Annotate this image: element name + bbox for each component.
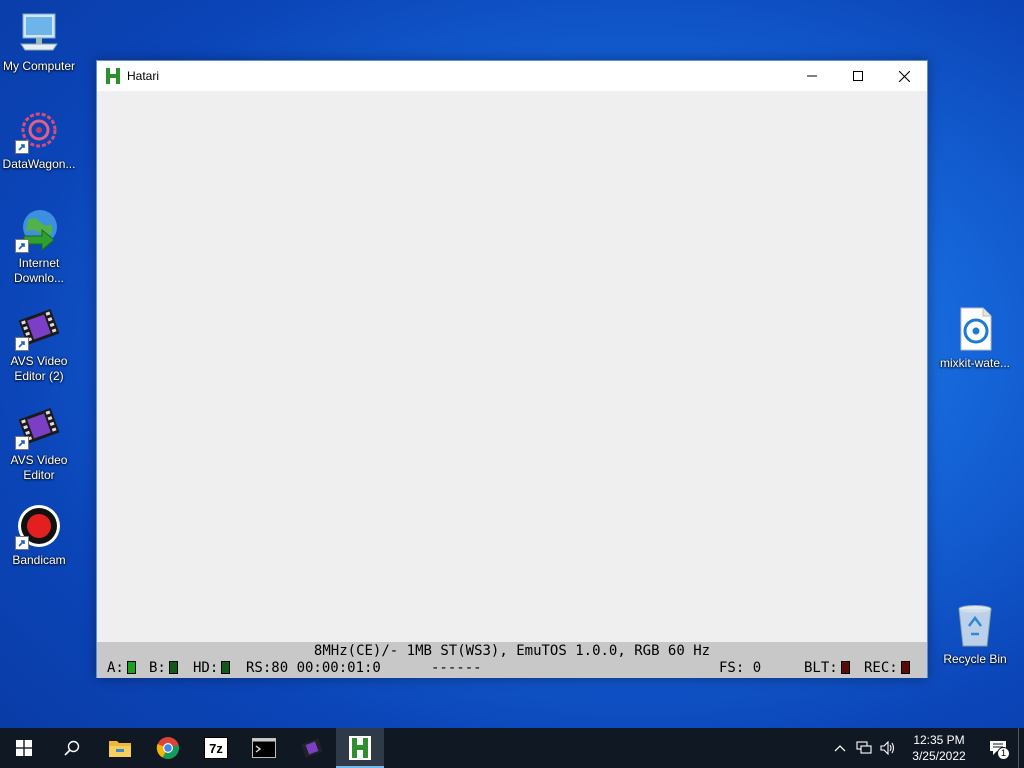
clock-time: 12:35 PM [913,733,965,747]
desktop-icon-avs-video-editor[interactable]: AVS Video Editor [0,402,78,483]
desktop-icon-mixkit-file[interactable]: mixkit-wate... [936,305,1014,371]
machine-info: 8MHz(CE)/- 1MB ST(WS3), EmuTOS 1.0.0, RG… [313,643,711,659]
shortcut-arrow-icon [15,140,29,154]
search-icon [64,740,80,756]
hd-indicator: HD: [193,660,231,677]
hatari-icon [349,736,371,760]
avs-video-icon [301,738,323,758]
drive-a-led [126,661,136,674]
hatari-app-icon [106,68,120,84]
terminal-icon [252,738,276,758]
rs-timer: RS:80 00:00:01:0 [246,660,381,676]
minimize-button[interactable] [789,61,835,91]
drive-a-indicator: A: [107,660,136,677]
desktop-icon-label: Internet Downlo... [13,256,65,285]
search-button[interactable] [48,728,96,768]
datawagon-icon [15,106,63,154]
globe-download-icon [15,205,63,253]
drive-b-indicator: B: [149,660,178,677]
desktop-icon-internet-download-manager[interactable]: Internet Downlo... [0,205,78,286]
desktop: My Computer DataWagon... Internet Downlo… [0,0,1024,728]
desktop-icon-label: Recycle Bin [943,652,1007,666]
desktop-icon-recycle-bin[interactable]: Recycle Bin [936,601,1014,667]
desktop-icon-bandicam[interactable]: Bandicam [0,502,78,568]
recycle-bin-icon [951,601,999,649]
folder-icon [109,741,131,757]
taskbar-clock[interactable]: 12:35 PM 3/25/2022 [900,732,978,764]
desktop-icon-label: AVS Video Editor (2) [10,354,68,383]
system-tray: 12:35 PM 3/25/2022 1 [828,728,1024,768]
chrome-icon [156,737,179,759]
audio-file-icon [951,305,999,353]
desktop-icon-datawagon[interactable]: DataWagon... [0,106,78,172]
window-title: Hatari [127,69,160,83]
shortcut-arrow-icon [15,536,29,550]
emulator-statusbar: 8MHz(CE)/- 1MB ST(WS3), EmuTOS 1.0.0, RG… [97,642,927,678]
maximize-icon [853,71,863,81]
network-button[interactable] [852,728,876,768]
taskbar-hatari[interactable] [336,728,384,768]
hd-led [221,661,231,674]
desktop-icon-label: DataWagon... [2,157,76,171]
status-dashes: ------ [431,660,482,676]
hatari-window: Hatari 8MHz(CE)/- 1MB ST(WS3), EmuTOS 1.… [96,60,928,678]
desktop-icon-label: Bandicam [12,553,66,567]
desktop-icon-label: My Computer [2,59,76,73]
film-icon [15,402,63,450]
close-icon [898,70,910,82]
speaker-icon [880,741,895,755]
close-button[interactable] [881,61,927,91]
shortcut-arrow-icon [15,436,29,450]
show-hidden-icons-button[interactable] [828,728,852,768]
emulator-screen[interactable] [97,91,927,642]
rec-indicator: REC: [864,660,910,677]
chevron-up-icon [834,745,846,752]
minimize-icon [807,75,817,77]
blt-indicator: BLT: [804,660,850,677]
shortcut-arrow-icon [15,239,29,253]
clock-date: 3/25/2022 [912,749,966,763]
blt-led [840,661,850,674]
taskbar: 7z 12:35 PM 3/25/2022 1 [0,728,1024,768]
window-titlebar[interactable]: Hatari [97,61,927,91]
action-center-button[interactable]: 1 [978,728,1018,768]
desktop-icon-label: AVS Video Editor [10,453,68,482]
film-icon [15,303,63,351]
fs-indicator: FS: 0 [719,660,762,676]
taskbar-chrome[interactable] [144,728,192,768]
rec-led [900,661,910,674]
taskbar-file-explorer[interactable] [96,728,144,768]
taskbar-7zip[interactable]: 7z [192,728,240,768]
maximize-button[interactable] [835,61,881,91]
computer-icon [15,8,63,56]
drive-b-led [168,661,178,674]
start-icon [16,740,32,756]
show-desktop-button[interactable] [1018,728,1024,768]
notification-count-badge: 1 [997,747,1010,760]
taskbar-terminal[interactable] [240,728,288,768]
taskbar-avs-video[interactable] [288,728,336,768]
desktop-icon-avs-video-editor-2[interactable]: AVS Video Editor (2) [0,303,78,384]
volume-button[interactable] [876,728,900,768]
network-icon [856,741,872,754]
start-button[interactable] [0,728,48,768]
desktop-icon-label: mixkit-wate... [939,356,1010,370]
desktop-icon-my-computer[interactable]: My Computer [0,8,78,74]
7zip-icon: 7z [204,737,228,759]
record-icon [15,502,63,550]
shortcut-arrow-icon [15,337,29,351]
